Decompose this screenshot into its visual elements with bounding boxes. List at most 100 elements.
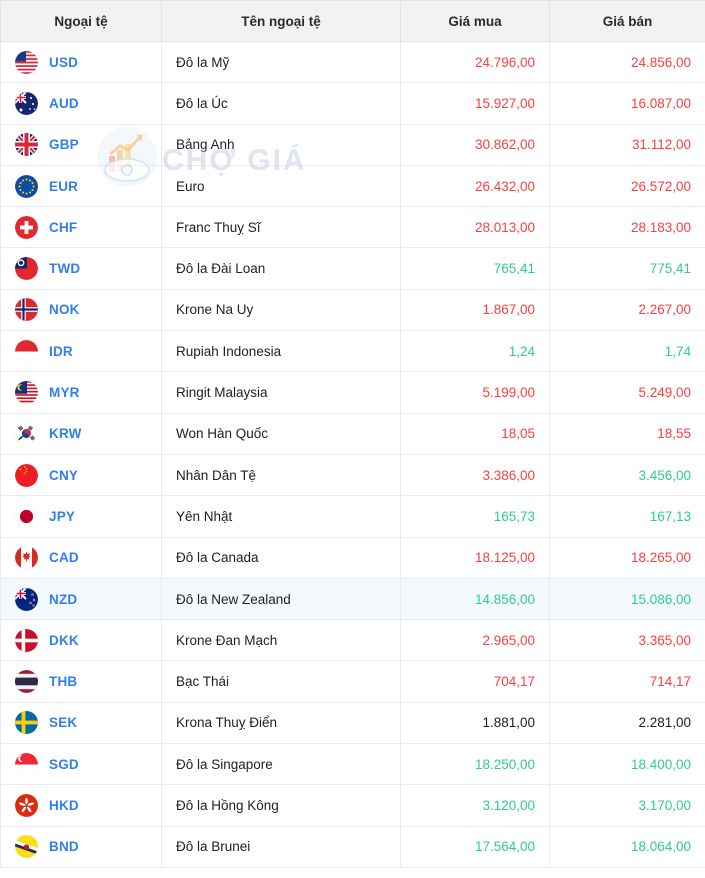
currency-code-link[interactable]: MYR [49,385,80,400]
table-row[interactable]: DKK Krone Đan Mạch 2.965,00 3.365,00 [0,619,705,662]
currency-name-cell: Đô la New Zealand [161,577,401,621]
currency-code-cell: NZD [0,577,162,621]
table-row[interactable]: HKD Đô la Hồng Kông 3.120,00 3.170,00 [0,784,705,827]
currency-name-cell: Đô la Singapore [161,743,401,786]
currency-name-cell: Đô la Hồng Kông [161,784,401,827]
table-row[interactable]: IDR Rupiah Indonesia 1,24 1,74 [0,330,705,373]
currency-name-cell: Đô la Mỹ [161,40,401,84]
flag-ca-icon [15,546,38,570]
table-row[interactable]: NOK Krone Na Uy 1.867,00 2.267,00 [0,288,705,332]
sell-price-cell: 31.112,00 [549,123,705,166]
currency-code-link[interactable]: TWD [49,261,80,276]
buy-price-cell: 2.965,00 [400,619,550,662]
currency-code-cell: TWD [0,247,162,290]
currency-name-cell: Won Hàn Quốc [161,412,401,455]
currency-name-cell: Ringit Malaysia [161,371,401,414]
table-row[interactable]: CNY Nhân Dân Tệ 3.386,00 3.456,00 [0,453,705,497]
buy-price-cell: 18,05 [400,412,550,455]
sell-price-cell: 15.086,00 [549,577,705,621]
sell-price-cell: 28.183,00 [549,206,705,249]
currency-name-cell: Đô la Đài Loan [161,247,401,290]
flag-gb-icon [15,133,38,157]
currency-code-link[interactable]: JPY [49,509,75,524]
flag-my-icon [15,381,38,405]
currency-name-cell: Bạc Thái [161,660,401,703]
table-row[interactable]: GBP Bảng Anh 30.862,00 31.112,00 [0,123,705,166]
sell-price-cell: 16.087,00 [549,82,705,125]
sell-price-cell: 3.365,00 [549,619,705,662]
buy-price-cell: 1,24 [400,330,550,373]
currency-code-cell: AUD [0,82,162,125]
currency-code-cell: EUR [0,164,162,208]
table-row[interactable]: AUD Đô la Úc 15.927,00 16.087,00 [0,82,705,125]
buy-price-cell: 14.856,00 [400,577,550,621]
flag-no-icon [15,298,38,322]
flag-nz-icon [15,587,38,611]
currency-code-cell: CNY [0,453,162,497]
table-row[interactable]: SEK Krona Thuỵ Điển 1.881,00 2.281,00 [0,701,705,745]
table-row[interactable]: USD Đô la Mỹ 24.796,00 24.856,00 [0,40,705,84]
sell-price-cell: 24.856,00 [549,40,705,84]
table-row[interactable]: KRW Won Hàn Quốc 18,05 18,55 [0,412,705,455]
header-currency-name: Tên ngoại tệ [161,0,401,42]
table-row[interactable]: SGD Đô la Singapore 18.250,00 18.400,00 [0,743,705,786]
table-body: USD Đô la Mỹ 24.796,00 24.856,00 AUD Đô la Úc… [0,40,705,868]
flag-au-icon [15,91,38,115]
currency-code-link[interactable]: BND [49,839,79,854]
buy-price-cell: 5.199,00 [400,371,550,414]
buy-price-cell: 1.881,00 [400,701,550,745]
flag-se-icon [15,711,38,735]
currency-code-link[interactable]: KRW [49,426,82,441]
currency-name-cell: Đô la Úc [161,82,401,125]
table-header: Ngoại tệ Tên ngoại tệ Giá mua Giá bán [0,0,705,42]
currency-code-link[interactable]: NZD [49,592,77,607]
currency-code-link[interactable]: SGD [49,757,79,772]
flag-ch-icon [15,215,38,239]
buy-price-cell: 26.432,00 [400,164,550,208]
sell-price-cell: 167,13 [549,495,705,538]
currency-code-cell: KRW [0,412,162,455]
table-row[interactable]: THB Bạc Thái 704,17 714,17 [0,660,705,703]
buy-price-cell: 15.927,00 [400,82,550,125]
sell-price-cell: 5.249,00 [549,371,705,414]
currency-code-link[interactable]: THB [49,674,77,689]
table-row[interactable]: TWD Đô la Đài Loan 765,41 775,41 [0,247,705,290]
exchange-rate-page: CHỢ GIÁ Ngoại tệ Tên ngoại tệ Giá mua Gi… [0,0,705,878]
currency-code-link[interactable]: AUD [49,96,79,111]
buy-price-cell: 18.125,00 [400,536,550,579]
sell-price-cell: 775,41 [549,247,705,290]
buy-price-cell: 3.386,00 [400,453,550,497]
buy-price-cell: 18.250,00 [400,743,550,786]
table-row[interactable]: MYR Ringit Malaysia 5.199,00 5.249,00 [0,371,705,414]
currency-code-link[interactable]: IDR [49,344,73,359]
currency-code-link[interactable]: HKD [49,798,79,813]
table-row[interactable]: BND Đô la Brunei 17.564,00 18.064,00 [0,825,705,868]
currency-code-link[interactable]: NOK [49,302,80,317]
flag-hk-icon [15,793,38,817]
table-row[interactable]: JPY Yên Nhật 165,73 167,13 [0,495,705,538]
table-row[interactable]: NZD Đô la New Zealand 14.856,00 15.086,00 [0,577,705,621]
currency-code-link[interactable]: CNY [49,468,78,483]
buy-price-cell: 765,41 [400,247,550,290]
flag-us-icon [15,50,38,74]
table-row[interactable]: EUR Euro 26.432,00 26.572,00 [0,164,705,208]
currency-code-link[interactable]: CHF [49,220,77,235]
flag-kr-icon [15,422,38,446]
currency-code-link[interactable]: GBP [49,137,79,152]
currency-code-link[interactable]: CAD [49,550,79,565]
currency-code-link[interactable]: SEK [49,715,77,730]
currency-code-cell: THB [0,660,162,703]
table-row[interactable]: CAD Đô la Canada 18.125,00 18.265,00 [0,536,705,579]
currency-code-cell: USD [0,40,162,84]
currency-code-link[interactable]: USD [49,55,78,70]
sell-price-cell: 18.064,00 [549,825,705,868]
currency-code-link[interactable]: DKK [49,633,79,648]
sell-price-cell: 2.267,00 [549,288,705,332]
currency-code-link[interactable]: EUR [49,179,78,194]
table-row[interactable]: CHF Franc Thuỵ Sĩ 28.013,00 28.183,00 [0,206,705,249]
buy-price-cell: 28.013,00 [400,206,550,249]
currency-name-cell: Đô la Canada [161,536,401,579]
currency-name-cell: Rupiah Indonesia [161,330,401,373]
currency-code-cell: SEK [0,701,162,745]
currency-name-cell: Đô la Brunei [161,825,401,868]
